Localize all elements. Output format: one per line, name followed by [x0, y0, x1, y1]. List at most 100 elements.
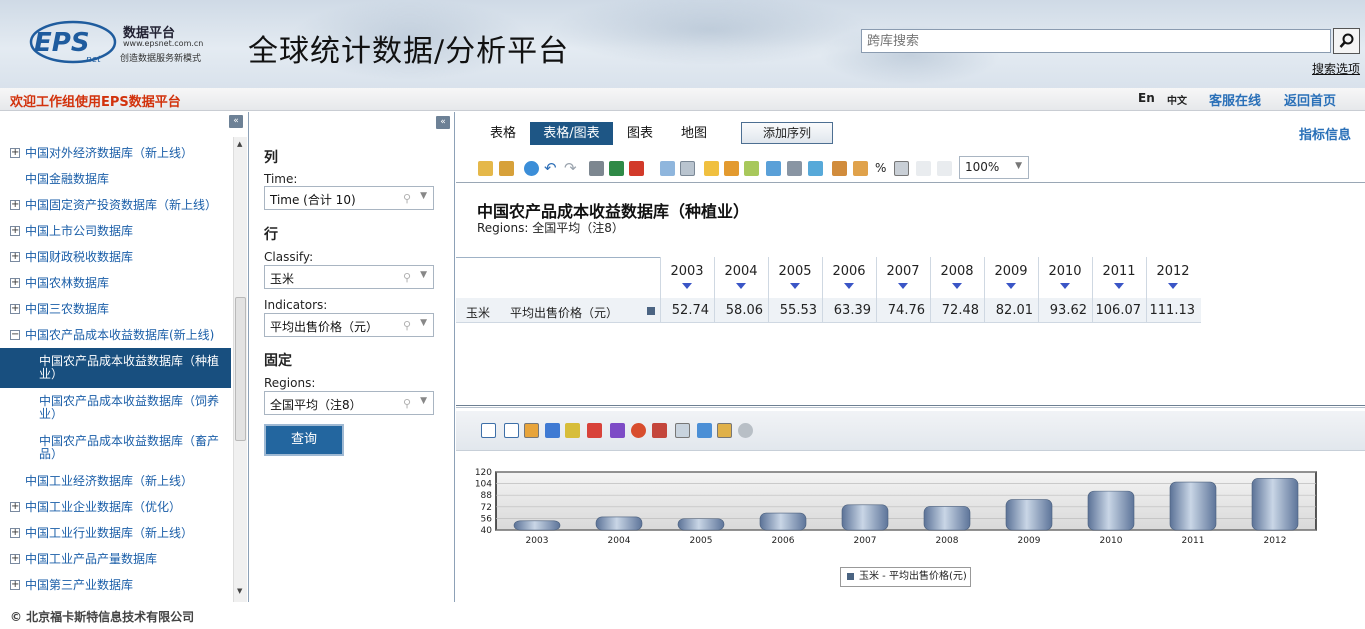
expand-icon[interactable]: +	[10, 554, 20, 564]
sort-arrow-icon[interactable]	[1114, 283, 1124, 289]
open-folder-icon[interactable]	[478, 161, 493, 176]
table-column-header[interactable]: 2012	[1146, 264, 1200, 279]
sort-arrow-icon[interactable]	[1006, 283, 1016, 289]
column-chart-icon[interactable]	[587, 423, 602, 438]
bar-chart-icon[interactable]	[524, 423, 539, 438]
collapse-left-panel-button[interactable]: «	[229, 115, 243, 128]
pie-chart-icon[interactable]	[631, 423, 646, 438]
sort-icon[interactable]	[744, 161, 759, 176]
sort-arrow-icon[interactable]	[898, 283, 908, 289]
refresh-icon[interactable]	[524, 161, 539, 176]
tree-item[interactable]: + 中国固定资产投资数据库（新上线）	[0, 192, 231, 218]
table-column-header[interactable]: 2008	[930, 264, 984, 279]
indicator-info-link[interactable]: 指标信息	[1299, 124, 1351, 143]
stacked-bar-icon[interactable]	[565, 423, 580, 438]
search-button[interactable]	[1333, 28, 1360, 54]
sort-arrow-icon[interactable]	[1060, 283, 1070, 289]
print-icon[interactable]	[589, 161, 604, 176]
tab-chart[interactable]: 图表	[613, 122, 667, 145]
radar-chart-icon[interactable]	[652, 423, 667, 438]
area-chart-icon[interactable]	[610, 423, 625, 438]
pane-separator[interactable]	[456, 405, 1365, 408]
table-column-header[interactable]: 2005	[768, 264, 822, 279]
customer-service-link[interactable]: 客服在线	[1209, 90, 1261, 109]
combo-chart-icon[interactable]	[717, 423, 732, 438]
table-column-header[interactable]: 2004	[714, 264, 768, 279]
horizontal-bar-icon[interactable]	[545, 423, 560, 438]
expand-icon[interactable]: +	[10, 528, 20, 538]
copy-icon[interactable]	[660, 161, 675, 176]
expand-icon[interactable]: +	[10, 200, 20, 210]
percent-icon[interactable]: %	[875, 161, 890, 176]
regions-select[interactable]: 全国平均（注8） ⚲ ▼	[264, 391, 434, 415]
tree-item[interactable]: + 中国上市公司数据库	[0, 218, 231, 244]
number-format-icon[interactable]	[766, 161, 781, 176]
expand-icon[interactable]: +	[10, 252, 20, 262]
pdf-icon[interactable]	[629, 161, 644, 176]
sort-arrow-icon[interactable]	[736, 283, 746, 289]
thousands-separator-icon[interactable]	[894, 161, 909, 176]
export-chart-icon[interactable]	[481, 423, 496, 438]
tab-table-chart[interactable]: 表格/图表	[530, 122, 613, 145]
tree-item[interactable]: + 中国对外经济数据库（新上线）	[0, 140, 231, 166]
expand-icon[interactable]: +	[10, 580, 20, 590]
increase-decimal-icon[interactable]	[916, 161, 931, 176]
zoom-select[interactable]: 100% ▼	[959, 156, 1029, 179]
redo-icon[interactable]: ↷	[564, 161, 579, 176]
add-series-button[interactable]: 添加序列	[741, 122, 833, 144]
sort-arrow-icon[interactable]	[844, 283, 854, 289]
sort-arrow-icon[interactable]	[790, 283, 800, 289]
tab-map[interactable]: 地图	[667, 122, 721, 145]
chart-edit-icon[interactable]	[853, 161, 868, 176]
tree-item[interactable]: + 中国农林数据库	[0, 270, 231, 296]
lang-zh-link[interactable]: 中文	[1167, 92, 1187, 107]
excel-icon[interactable]	[609, 161, 624, 176]
tree-item[interactable]: 中国农产品成本收益数据库（畜产品）	[0, 428, 231, 468]
expand-icon[interactable]: +	[10, 278, 20, 288]
highlight-icon[interactable]	[704, 161, 719, 176]
grid-icon[interactable]	[724, 161, 739, 176]
table-layout-icon[interactable]	[808, 161, 823, 176]
tree-item[interactable]: 中国工业经济数据库（新上线）	[0, 468, 231, 494]
decrease-decimal-icon[interactable]	[937, 161, 952, 176]
tab-table[interactable]: 表格	[476, 122, 530, 145]
tree-item[interactable]: 中国农产品成本收益数据库（种植业）	[0, 348, 231, 388]
sort-arrow-icon[interactable]	[1168, 283, 1178, 289]
chain-icon[interactable]	[832, 161, 847, 176]
scroll-up-icon[interactable]: ▲	[237, 140, 242, 148]
tree-item[interactable]: + 中国工业产品产量数据库	[0, 546, 231, 572]
line-chart-icon[interactable]	[504, 423, 519, 438]
time-select[interactable]: Time (合计 10) ⚲ ▼	[264, 186, 434, 210]
tree-item[interactable]: + 中国财政税收数据库	[0, 244, 231, 270]
tree-item[interactable]: 中国金融数据库	[0, 166, 231, 192]
search-options-link[interactable]: 搜索选项	[1312, 60, 1360, 77]
tree-item[interactable]: + 中国工业企业数据库（优化）	[0, 494, 231, 520]
expand-icon[interactable]: +	[10, 226, 20, 236]
calculator-icon[interactable]	[787, 161, 802, 176]
return-home-link[interactable]: 返回首页	[1284, 90, 1336, 109]
expand-icon[interactable]: +	[10, 148, 20, 158]
table-column-header[interactable]: 2010	[1038, 264, 1092, 279]
tree-item[interactable]: + 中国第三产业数据库	[0, 572, 231, 598]
tree-item[interactable]: − 中国农产品成本收益数据库(新上线)	[0, 322, 231, 348]
tree-item[interactable]: + 中国三农数据库	[0, 296, 231, 322]
collapse-icon[interactable]: −	[10, 330, 20, 340]
table-column-header[interactable]: 2007	[876, 264, 930, 279]
table-column-header[interactable]: 2011	[1092, 264, 1146, 279]
expand-icon[interactable]: +	[10, 304, 20, 314]
settings-gear-icon[interactable]	[738, 423, 753, 438]
table-column-header[interactable]: 2009	[984, 264, 1038, 279]
query-button[interactable]: 查询	[264, 424, 344, 456]
undo-icon[interactable]: ↶	[544, 161, 559, 176]
filter-icon[interactable]	[680, 161, 695, 176]
classify-select[interactable]: 玉米 ⚲ ▼	[264, 265, 434, 289]
lang-en-link[interactable]: En	[1138, 91, 1155, 105]
tree-scrollbar[interactable]: ▲ ▼	[233, 137, 247, 602]
scatter-chart-icon[interactable]	[697, 423, 712, 438]
table-column-header[interactable]: 2006	[822, 264, 876, 279]
save-icon[interactable]	[499, 161, 514, 176]
expand-icon[interactable]: +	[10, 502, 20, 512]
indicators-select[interactable]: 平均出售价格（元） ⚲ ▼	[264, 313, 434, 337]
table-column-header[interactable]: 2003	[660, 264, 714, 279]
sort-arrow-icon[interactable]	[682, 283, 692, 289]
